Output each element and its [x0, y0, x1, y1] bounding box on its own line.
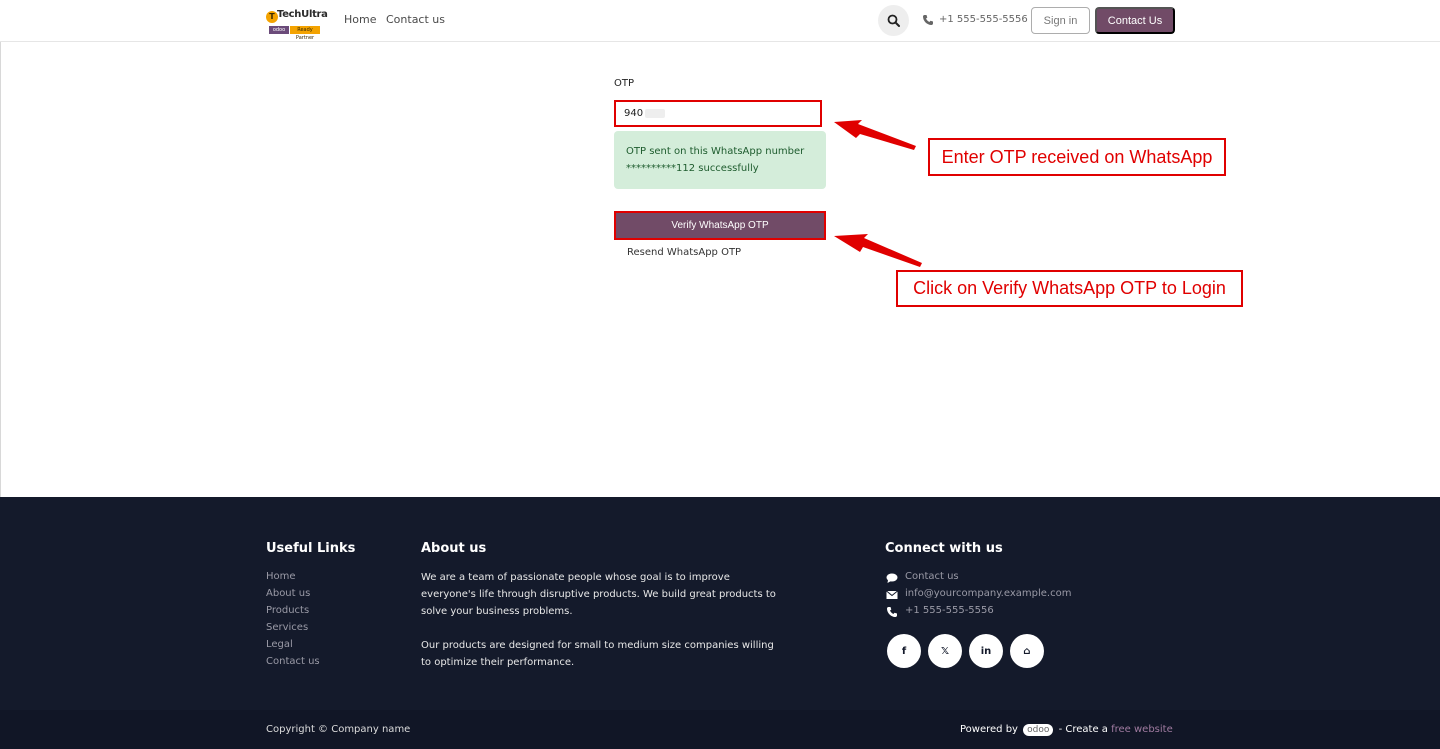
resend-whatsapp-otp-link[interactable]: Resend WhatsApp OTP [627, 247, 741, 258]
about-p1-line-3: solve your business problems. [421, 606, 573, 617]
alert-line-2: **********112 successfully [626, 163, 759, 174]
nav-contact-us[interactable]: Contact us [386, 13, 445, 26]
free-website-link[interactable]: free website [1111, 724, 1173, 735]
nav-home[interactable]: Home [344, 13, 376, 26]
footer-email[interactable]: info@yourcompany.example.com [905, 588, 1071, 599]
logo-tag-left: odoo [269, 26, 289, 34]
sign-in-button[interactable]: Sign in [1031, 7, 1090, 34]
page-border [0, 42, 1, 497]
footer-link-services[interactable]: Services [266, 622, 308, 633]
comment-icon [886, 573, 898, 583]
copyright-text: Copyright © Company name [266, 724, 411, 735]
search-icon [887, 14, 900, 27]
about-p1-line-2: everyone's life through disruptive produ… [421, 589, 776, 600]
linkedin-icon[interactable]: in [969, 634, 1003, 668]
useful-links-heading: Useful Links [266, 541, 356, 556]
create-text: - Create a [1058, 724, 1108, 735]
footer-link-home[interactable]: Home [266, 571, 296, 582]
footer-link-contact[interactable]: Contact us [266, 656, 320, 667]
footer-link-legal[interactable]: Legal [266, 639, 293, 650]
footer-bottom-bar [0, 710, 1440, 749]
connect-heading: Connect with us [885, 541, 1003, 556]
callout-enter-otp: Enter OTP received on WhatsApp [928, 138, 1226, 176]
phone-icon [887, 607, 897, 617]
otp-label: OTP [614, 78, 635, 89]
home-icon[interactable]: ⌂ [1010, 634, 1044, 668]
otp-input[interactable]: 940 [614, 100, 822, 127]
odoo-logo[interactable]: odoo [1023, 724, 1054, 736]
about-p1-line-1: We are a team of passionate people whose… [421, 572, 730, 583]
otp-input-value: 940 [624, 108, 644, 119]
site-header: T TechUltra odoo Ready Partner Home Cont… [0, 0, 1440, 42]
arrow-to-verify-button [834, 234, 922, 267]
logo-text: TechUltra [277, 9, 328, 20]
alert-line-1: OTP sent on this WhatsApp number [626, 146, 805, 157]
header-phone[interactable]: +1 555-555-5556 [939, 14, 1028, 25]
otp-success-alert: OTP sent on this WhatsApp number *******… [614, 131, 826, 189]
about-heading: About us [421, 541, 487, 556]
powered-by: Powered by odoo - Create a free website [960, 724, 1173, 736]
footer-link-products[interactable]: Products [266, 605, 309, 616]
logo-tag-right: Ready Partner [290, 26, 320, 41]
about-paragraph-2: Our products are designed for small to m… [421, 637, 774, 671]
footer-link-about[interactable]: About us [266, 588, 310, 599]
x-icon[interactable]: 𝕏 [928, 634, 962, 668]
footer-connect-contact[interactable]: Contact us [905, 571, 959, 582]
envelope-icon [886, 590, 898, 599]
about-p2-line-1: Our products are designed for small to m… [421, 640, 774, 651]
search-button[interactable] [878, 5, 909, 36]
callout-click-verify: Click on Verify WhatsApp OTP to Login [896, 270, 1243, 307]
company-logo[interactable]: T TechUltra odoo Ready Partner [266, 9, 328, 41]
about-p2-line-2: to optimize their performance. [421, 657, 575, 668]
otp-redacted-digits [645, 108, 666, 118]
powered-by-label: Powered by [960, 724, 1018, 735]
facebook-icon[interactable]: f [887, 634, 921, 668]
about-paragraph-1: We are a team of passionate people whose… [421, 569, 776, 620]
phone-icon [923, 15, 933, 25]
contact-us-button[interactable]: Contact Us [1095, 7, 1175, 34]
verify-whatsapp-otp-button[interactable]: Verify WhatsApp OTP [614, 211, 826, 240]
arrow-to-otp-input [834, 120, 916, 150]
footer-phone[interactable]: +1 555-555-5556 [905, 605, 994, 616]
